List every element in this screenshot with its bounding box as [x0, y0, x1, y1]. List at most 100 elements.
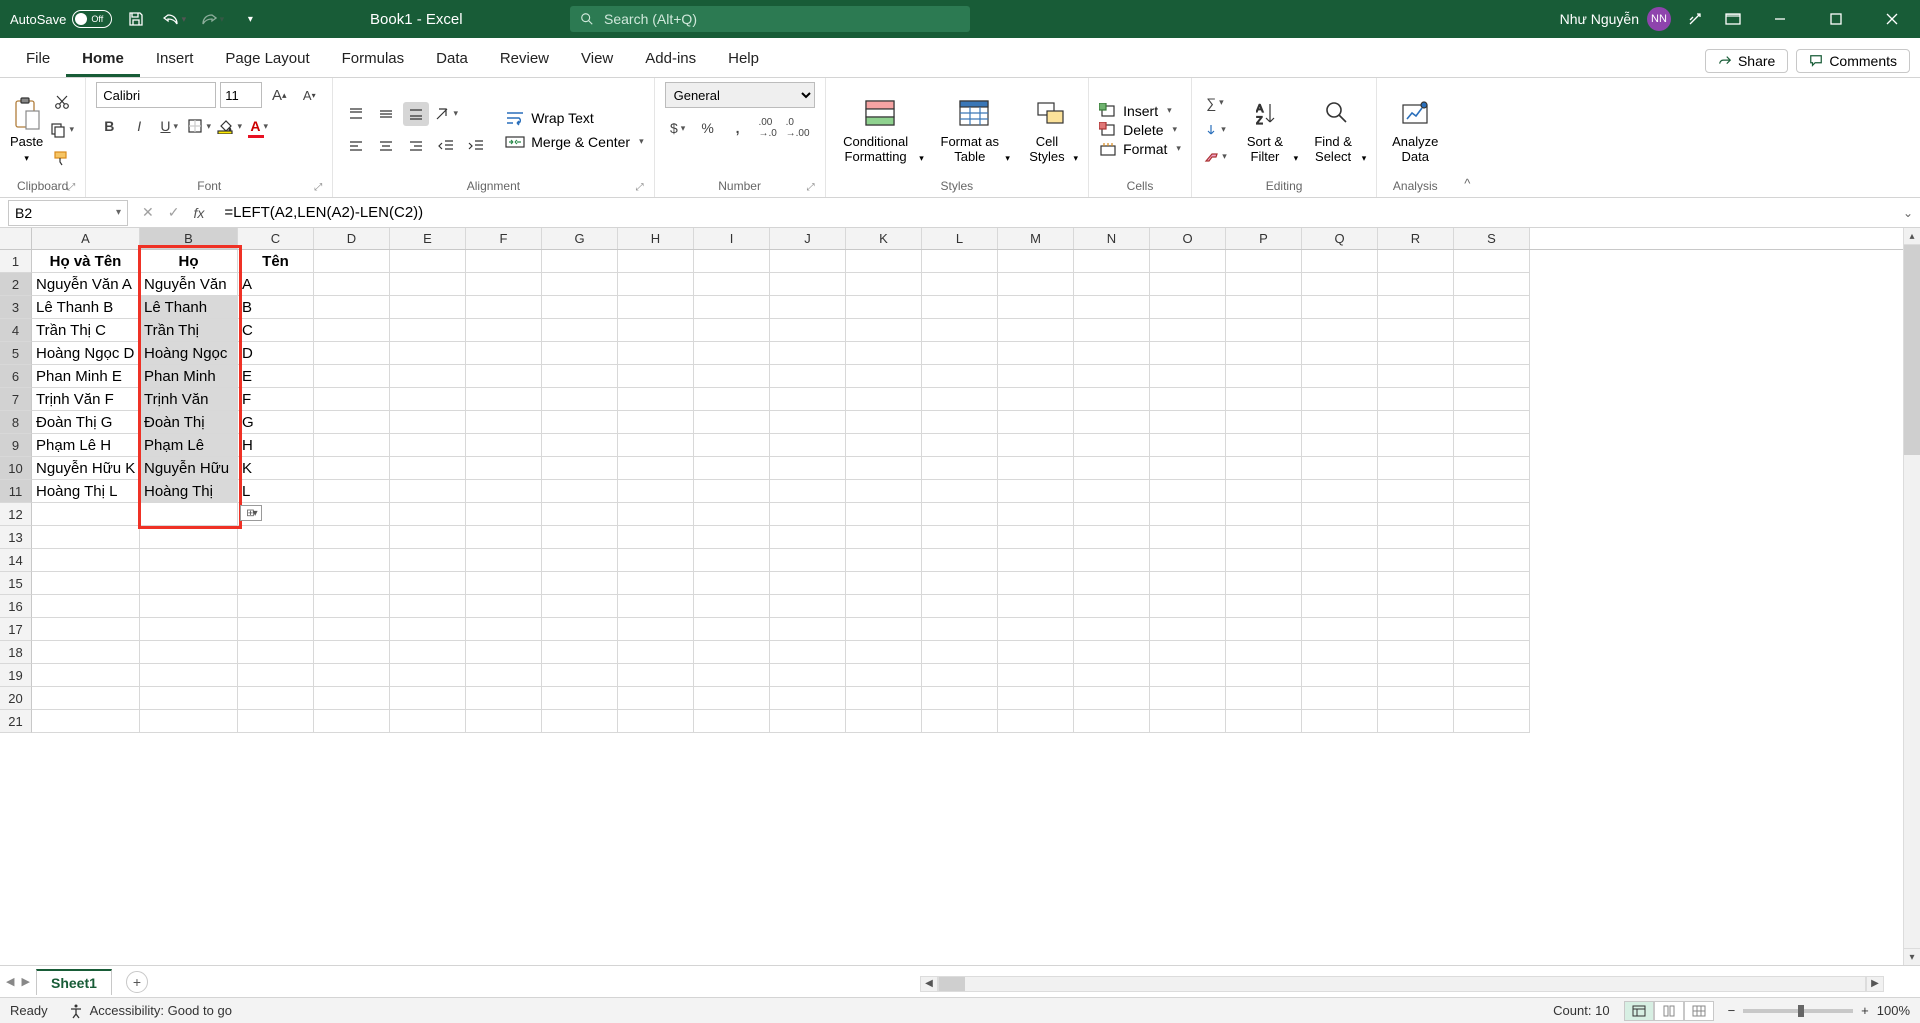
cell-S1[interactable]: [1454, 250, 1530, 273]
cell-O12[interactable]: [1150, 503, 1226, 526]
cell-L10[interactable]: [922, 457, 998, 480]
view-normal-button[interactable]: [1624, 1001, 1654, 1021]
cell-F2[interactable]: [466, 273, 542, 296]
vertical-scrollbar[interactable]: ▴▾: [1903, 228, 1920, 965]
accessibility-status[interactable]: Accessibility: Good to go: [68, 1003, 232, 1019]
column-header-O[interactable]: O: [1150, 228, 1226, 249]
cell-Q4[interactable]: [1302, 319, 1378, 342]
cell-B17[interactable]: [140, 618, 238, 641]
cell-O7[interactable]: [1150, 388, 1226, 411]
fx-icon න[interactable]: fx: [193, 205, 204, 221]
cell-J17[interactable]: [770, 618, 846, 641]
cell-P19[interactable]: [1226, 664, 1302, 687]
cell-J11[interactable]: [770, 480, 846, 503]
cell-C2[interactable]: A: [238, 273, 314, 296]
zoom-control[interactable]: − + 100%: [1728, 1003, 1910, 1018]
cell-N19[interactable]: [1074, 664, 1150, 687]
cell-M13[interactable]: [998, 526, 1074, 549]
cell-O8[interactable]: [1150, 411, 1226, 434]
cell-J2[interactable]: [770, 273, 846, 296]
cell-G7[interactable]: [542, 388, 618, 411]
cell-A19[interactable]: [32, 664, 140, 687]
cell-O18[interactable]: [1150, 641, 1226, 664]
cell-D3[interactable]: [314, 296, 390, 319]
cell-A14[interactable]: [32, 549, 140, 572]
cell-D7[interactable]: [314, 388, 390, 411]
cell-O4[interactable]: [1150, 319, 1226, 342]
cell-B13[interactable]: [140, 526, 238, 549]
row-header-10[interactable]: 10: [0, 457, 32, 480]
cell-I20[interactable]: [694, 687, 770, 710]
cell-G5[interactable]: [542, 342, 618, 365]
cell-C4[interactable]: C: [238, 319, 314, 342]
row-header-9[interactable]: 9: [0, 434, 32, 457]
cell-D8[interactable]: [314, 411, 390, 434]
column-header-F[interactable]: F: [466, 228, 542, 249]
cell-D15[interactable]: [314, 572, 390, 595]
expand-formula-bar[interactable]: ⌄: [1896, 206, 1920, 220]
cell-P6[interactable]: [1226, 365, 1302, 388]
increase-indent-button[interactable]: [463, 134, 489, 158]
increase-font-button[interactable]: A▴: [266, 83, 292, 107]
cut-button[interactable]: [49, 90, 75, 114]
row-header-21[interactable]: 21: [0, 710, 32, 733]
cell-I7[interactable]: [694, 388, 770, 411]
cell-F11[interactable]: [466, 480, 542, 503]
row-header-13[interactable]: 13: [0, 526, 32, 549]
row-header-16[interactable]: 16: [0, 595, 32, 618]
cell-I14[interactable]: [694, 549, 770, 572]
cell-J10[interactable]: [770, 457, 846, 480]
cell-A6[interactable]: Phan Minh E: [32, 365, 140, 388]
cell-D18[interactable]: [314, 641, 390, 664]
cell-R19[interactable]: [1378, 664, 1454, 687]
format-cells-button[interactable]: Format: [1099, 141, 1181, 157]
cell-K19[interactable]: [846, 664, 922, 687]
cell-J14[interactable]: [770, 549, 846, 572]
cell-C5[interactable]: D: [238, 342, 314, 365]
cell-R3[interactable]: [1378, 296, 1454, 319]
cell-B1[interactable]: Họ: [140, 250, 238, 273]
row-header-4[interactable]: 4: [0, 319, 32, 342]
cell-E6[interactable]: [390, 365, 466, 388]
comments-button[interactable]: Comments: [1796, 49, 1910, 73]
cell-O16[interactable]: [1150, 595, 1226, 618]
cell-G17[interactable]: [542, 618, 618, 641]
cell-R15[interactable]: [1378, 572, 1454, 595]
cell-R9[interactable]: [1378, 434, 1454, 457]
cell-B16[interactable]: [140, 595, 238, 618]
cell-F19[interactable]: [466, 664, 542, 687]
column-header-I[interactable]: I: [694, 228, 770, 249]
cell-N2[interactable]: [1074, 273, 1150, 296]
cell-H5[interactable]: [618, 342, 694, 365]
cell-S6[interactable]: [1454, 365, 1530, 388]
cell-E21[interactable]: [390, 710, 466, 733]
column-header-L[interactable]: L: [922, 228, 998, 249]
cell-P8[interactable]: [1226, 411, 1302, 434]
cell-N20[interactable]: [1074, 687, 1150, 710]
cell-B3[interactable]: Lê Thanh: [140, 296, 238, 319]
cell-D12[interactable]: [314, 503, 390, 526]
cell-K20[interactable]: [846, 687, 922, 710]
cell-E19[interactable]: [390, 664, 466, 687]
cell-E17[interactable]: [390, 618, 466, 641]
cell-Q2[interactable]: [1302, 273, 1378, 296]
cell-D13[interactable]: [314, 526, 390, 549]
cell-G1[interactable]: [542, 250, 618, 273]
cell-B21[interactable]: [140, 710, 238, 733]
cell-L16[interactable]: [922, 595, 998, 618]
cell-M11[interactable]: [998, 480, 1074, 503]
cell-G6[interactable]: [542, 365, 618, 388]
cell-S19[interactable]: [1454, 664, 1530, 687]
cell-I16[interactable]: [694, 595, 770, 618]
align-top-button[interactable]: [343, 102, 369, 126]
cell-R6[interactable]: [1378, 365, 1454, 388]
cell-M14[interactable]: [998, 549, 1074, 572]
cell-L18[interactable]: [922, 641, 998, 664]
cell-L20[interactable]: [922, 687, 998, 710]
cell-I17[interactable]: [694, 618, 770, 641]
cell-I13[interactable]: [694, 526, 770, 549]
column-header-R[interactable]: R: [1378, 228, 1454, 249]
cell-I4[interactable]: [694, 319, 770, 342]
cell-J9[interactable]: [770, 434, 846, 457]
row-header-3[interactable]: 3: [0, 296, 32, 319]
